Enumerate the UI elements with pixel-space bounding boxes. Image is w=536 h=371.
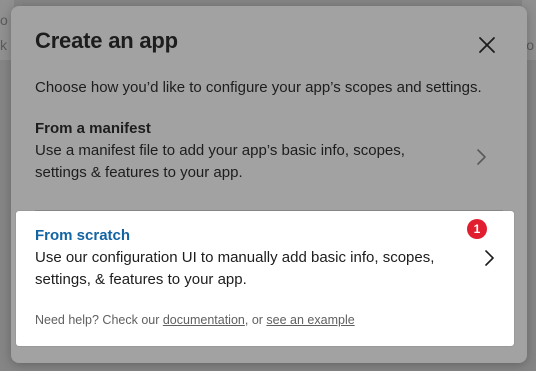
- help-prefix: Need help? Check our: [35, 313, 163, 327]
- help-text: Need help? Check our documentation, or s…: [35, 313, 355, 327]
- backdrop-text: k: [0, 37, 7, 53]
- chevron-right-icon: [477, 149, 486, 165]
- modal-title: Create an app: [35, 28, 178, 53]
- close-icon: [479, 37, 495, 53]
- backdrop-text: o: [526, 37, 534, 53]
- option-description: Use a manifest file to add your app’s ba…: [35, 142, 405, 181]
- step-badge: 1: [467, 219, 487, 239]
- from-scratch-card: From scratch Use our configuration UI to…: [16, 211, 514, 346]
- from-scratch-option[interactable]: From scratch Use our configuration UI to…: [35, 227, 495, 293]
- option-title: From scratch: [35, 227, 131, 244]
- documentation-link[interactable]: documentation: [163, 313, 245, 327]
- help-middle: , or: [244, 313, 267, 327]
- option-title: From a manifest: [35, 120, 151, 137]
- close-button[interactable]: [477, 35, 497, 55]
- chevron-right-icon: [485, 250, 494, 266]
- from-manifest-option[interactable]: From a manifest Use a manifest file to a…: [35, 120, 503, 192]
- modal-intro: Choose how you’d like to configure your …: [35, 79, 482, 96]
- option-description: Use our configuration UI to manually add…: [35, 249, 435, 288]
- see-example-link[interactable]: see an example: [266, 313, 354, 327]
- backdrop-text: o: [0, 12, 8, 28]
